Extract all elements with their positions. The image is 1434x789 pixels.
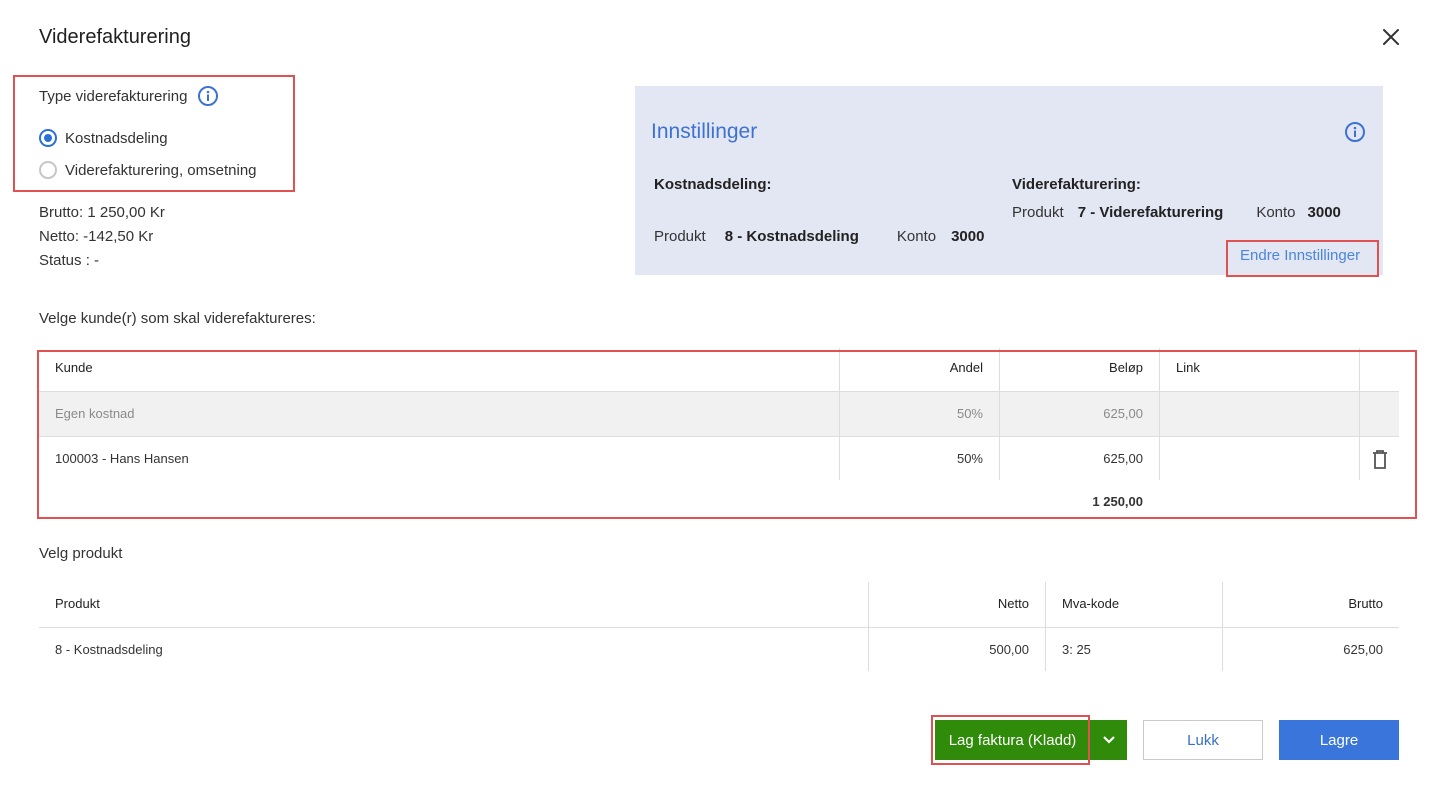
konto-value: 3000 [951, 228, 985, 245]
save-button[interactable]: Lagre [1279, 720, 1399, 760]
type-label: Type viderefakturering [39, 87, 188, 105]
info-icon[interactable] [197, 85, 219, 107]
viderefakturering-heading: Viderefakturering: [1012, 176, 1141, 193]
customers-label: Velge kunde(r) som skal viderefaktureres… [39, 310, 316, 327]
type-section: Type viderefakturering [39, 85, 219, 107]
radio-label: Kostnadsdeling [65, 129, 168, 147]
radio-button[interactable] [39, 161, 57, 179]
kostnadsdeling-settings: Produkt 8 - Kostnadsdeling Konto 3000 [654, 228, 984, 245]
create-invoice-dropdown-button[interactable] [1090, 720, 1127, 760]
create-invoice-highlight [931, 715, 1090, 765]
konto-value: 3000 [1307, 204, 1341, 221]
konto-label: Konto [896, 228, 937, 245]
col-netto[interactable]: Netto [868, 596, 1029, 611]
edit-settings-link[interactable]: Endre Innstillinger [1240, 247, 1360, 264]
chevron-down-icon [1102, 736, 1115, 744]
radio-kostnadsdeling[interactable]: Kostnadsdeling [39, 129, 168, 147]
col-mva[interactable]: Mva-kode [1062, 596, 1119, 611]
product-label: Velg produkt [39, 545, 123, 562]
product-row-produkt[interactable]: 8 - Kostnadsdeling [55, 642, 163, 657]
produkt-label: Produkt [1012, 204, 1064, 221]
dialog-title: Viderefakturering [39, 26, 191, 48]
column-divider [1045, 582, 1046, 671]
product-row-mva[interactable]: 3: 25 [1062, 642, 1091, 657]
product-row-netto[interactable]: 500,00 [868, 642, 1029, 657]
col-produkt[interactable]: Produkt [55, 596, 100, 611]
product-row-brutto[interactable]: 625,00 [1222, 642, 1383, 657]
settings-info-icon[interactable] [1344, 121, 1366, 148]
brutto-summary: Brutto: 1 250,00 Kr [39, 204, 165, 221]
kostnadsdeling-heading: Kostnadsdeling: [654, 176, 772, 193]
radio-viderefakturering-omsetning[interactable]: Viderefakturering, omsetning [39, 161, 257, 179]
netto-summary: Netto: -142,50 Kr [39, 228, 154, 245]
radio-button-selected[interactable] [39, 129, 57, 147]
konto-label: Konto [1256, 204, 1296, 221]
produkt-value: 7 - Viderefakturering [1077, 204, 1224, 221]
col-brutto[interactable]: Brutto [1222, 596, 1383, 611]
close-button[interactable]: Lukk [1143, 720, 1263, 760]
customers-table-highlight [37, 350, 1417, 519]
close-icon[interactable] [1378, 24, 1404, 50]
produkt-label: Produkt [654, 228, 706, 245]
produkt-value: 8 - Kostnadsdeling [724, 228, 859, 245]
status-summary: Status : - [39, 252, 100, 269]
divider [39, 627, 1399, 628]
radio-label: Viderefakturering, omsetning [65, 161, 257, 179]
settings-title: Innstillinger [651, 120, 758, 143]
viderefakturering-settings: Produkt 7 - Viderefakturering Konto 3000 [1012, 204, 1341, 221]
